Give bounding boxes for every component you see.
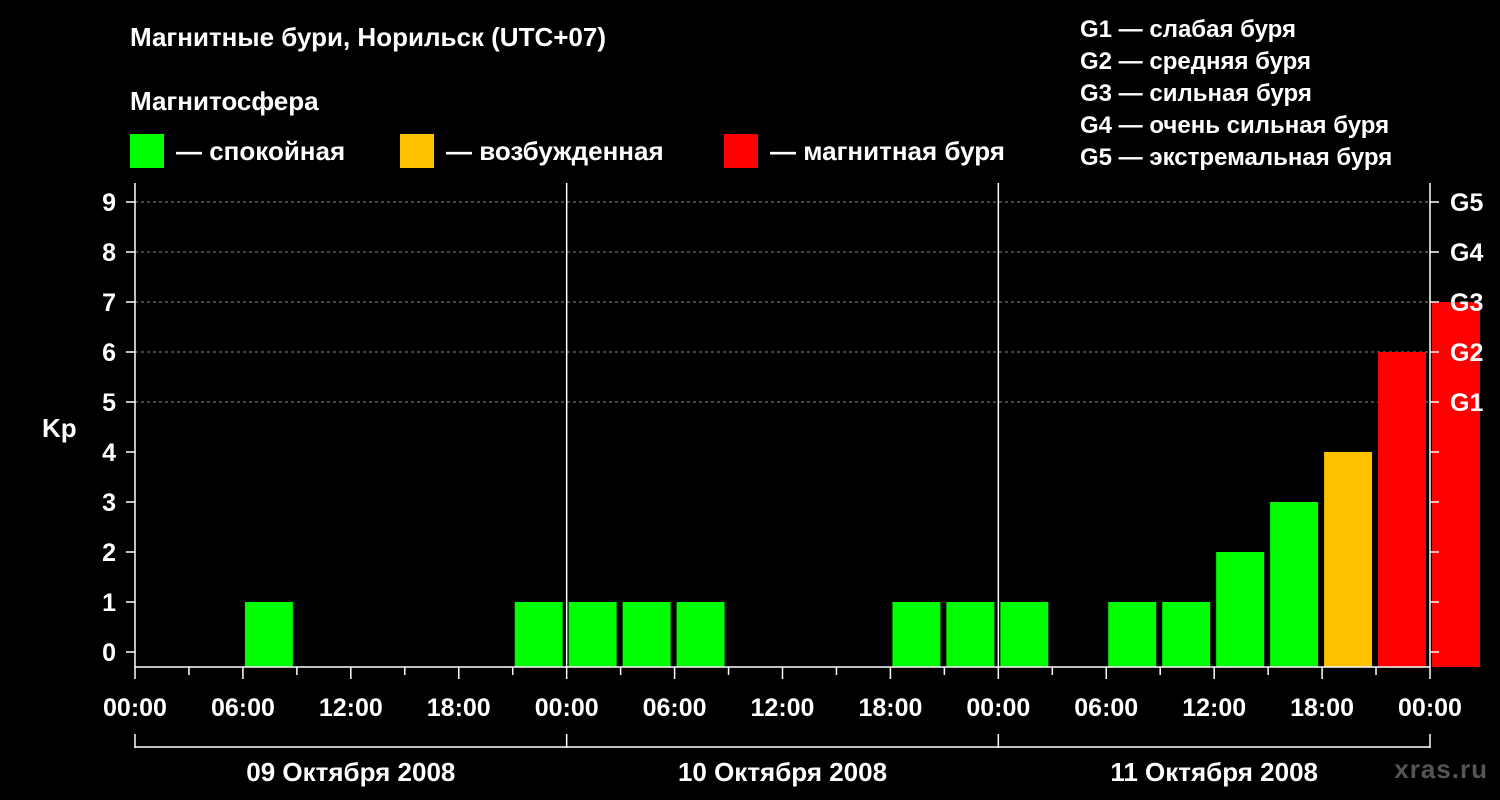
x-tick-label: 00:00 [535, 694, 599, 722]
g-scale-label: G1 [1450, 389, 1483, 417]
x-tick-label: 12:00 [319, 694, 383, 722]
y-tick-label: 5 [102, 389, 116, 417]
bar [1000, 602, 1049, 667]
x-tick-label: 06:00 [1074, 694, 1138, 722]
bar [1270, 502, 1319, 667]
bar [568, 602, 617, 667]
bar [1378, 352, 1426, 667]
bar [622, 602, 671, 667]
y-tick-label: 6 [102, 339, 116, 367]
x-tick-label: 00:00 [103, 694, 167, 722]
bar [1162, 602, 1211, 667]
bar [514, 602, 563, 667]
bar [244, 602, 293, 667]
bar [676, 602, 725, 667]
day-label: 10 Октября 2008 [678, 757, 887, 787]
x-tick-label: 12:00 [751, 694, 815, 722]
y-tick-label: 8 [102, 239, 116, 267]
y-tick-label: 4 [102, 439, 116, 467]
day-label: 09 Октября 2008 [246, 757, 455, 787]
x-tick-label: 18:00 [1290, 694, 1354, 722]
watermark: xras.ru [1394, 754, 1488, 784]
bar [892, 602, 941, 667]
g-scale-label: G3 [1450, 289, 1483, 317]
bar [1216, 552, 1265, 667]
g-scale-label: G4 [1450, 239, 1483, 267]
x-tick-label: 12:00 [1182, 694, 1246, 722]
y-tick-label: 2 [102, 539, 116, 567]
y-tick-label: 3 [102, 489, 116, 517]
x-tick-label: 00:00 [1398, 694, 1462, 722]
g-scale-label: G2 [1450, 339, 1483, 367]
y-tick-label: 1 [102, 589, 116, 617]
y-axis-label: Kp [42, 413, 77, 443]
bar [1324, 452, 1373, 667]
g-scale-label: G5 [1450, 189, 1483, 217]
y-tick-label: 0 [102, 639, 116, 667]
x-tick-label: 18:00 [858, 694, 922, 722]
y-tick-label: 7 [102, 289, 116, 317]
kp-chart: 0 1 2 3 4 5 6 7 8 9 G1 G2 G3 G4 G5 Kp 00:00 06:00 12:00 18:… [42, 183, 1483, 787]
x-tick-label: 00:00 [966, 694, 1030, 722]
x-tick-label: 06:00 [211, 694, 275, 722]
bar [1108, 602, 1157, 667]
x-tick-label: 06:00 [643, 694, 707, 722]
day-label: 11 Октября 2008 [1110, 757, 1318, 787]
bar [946, 602, 995, 667]
y-tick-label: 9 [102, 189, 116, 217]
x-tick-label: 18:00 [427, 694, 491, 722]
